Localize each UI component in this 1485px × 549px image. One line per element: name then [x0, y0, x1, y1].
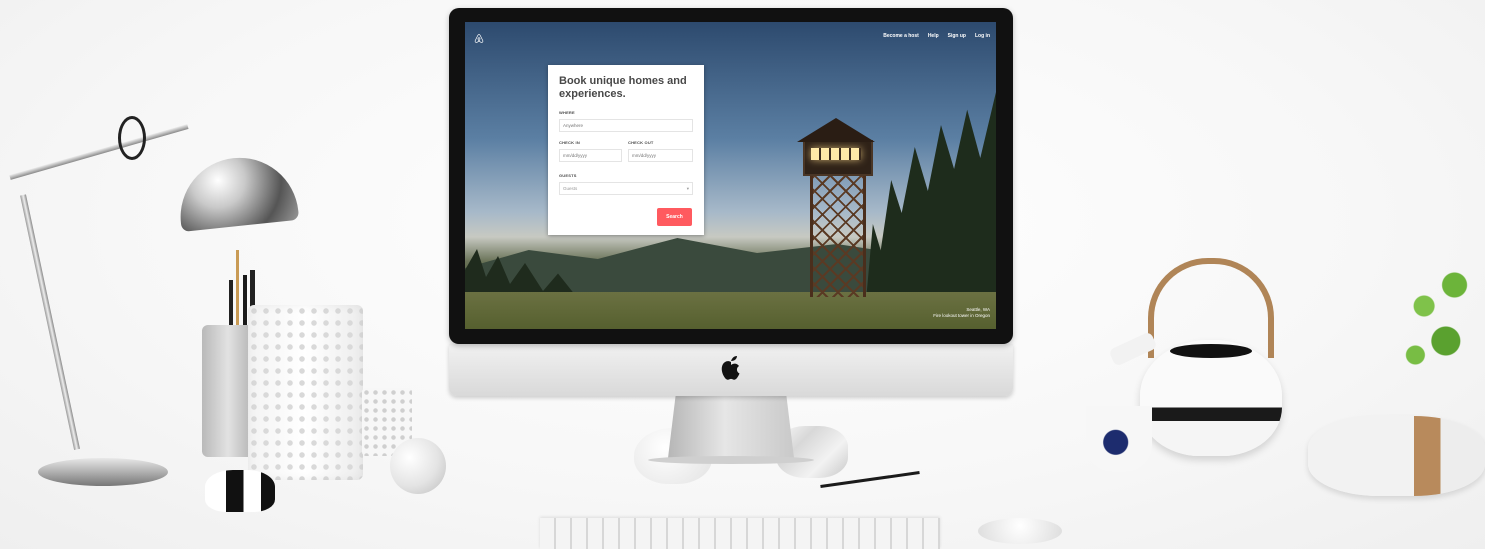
nav-sign-up[interactable]: Sign up [948, 33, 966, 39]
where-label: WHERE [559, 110, 575, 115]
marker [243, 275, 247, 330]
guests-value: Guests [563, 186, 578, 191]
desk-lamp-arm [20, 194, 80, 450]
search-button[interactable]: Search [657, 208, 692, 226]
booking-card: Book unique homes and experiences. WHERE… [548, 65, 704, 235]
monitor-stand-base [648, 456, 814, 464]
nav-log-in[interactable]: Log in [975, 33, 990, 39]
desk-lamp-spring [118, 116, 146, 160]
monitor-stand [668, 396, 794, 458]
where-input[interactable] [559, 119, 693, 132]
headphones [1308, 416, 1485, 496]
check-out-input[interactable] [628, 149, 693, 162]
keyboard [540, 518, 940, 549]
tea-cup [1086, 406, 1152, 472]
pencil [236, 250, 239, 330]
screen: Become a host Help Sign up Log in Book u… [465, 22, 996, 329]
meadow [465, 292, 996, 329]
photo-credit-line2: Fire lookout tower in Oregon [933, 313, 990, 318]
teapot-lid [1170, 344, 1252, 358]
potted-plant [1398, 250, 1485, 390]
booking-title: Book unique homes and experiences. [559, 75, 687, 100]
guests-select[interactable]: Guests ▾ [559, 182, 693, 195]
check-in-input[interactable] [559, 149, 622, 162]
chevron-down-icon: ▾ [686, 186, 689, 191]
top-nav: Become a host Help Sign up Log in [883, 33, 990, 39]
airbnb-logo-icon[interactable] [473, 32, 485, 44]
mouse [978, 518, 1062, 544]
lookout-tower-windows [811, 148, 861, 160]
guests-label: GUESTS [559, 173, 577, 178]
teapot-spout [1108, 331, 1158, 367]
check-in-label: CHECK IN [559, 140, 580, 145]
apple-logo-icon [720, 354, 742, 380]
desk-lamp-shade [174, 152, 300, 232]
nav-help[interactable]: Help [928, 33, 939, 39]
check-out-label: CHECK OUT [628, 140, 654, 145]
lookout-tower-roof [797, 118, 875, 142]
glass-sphere [390, 438, 446, 494]
panda-figurine [205, 470, 275, 512]
desk-lamp-upper-arm [9, 124, 189, 180]
photo-credit: Seattle, WA Fire lookout tower in Oregon [933, 307, 990, 319]
perforated-white-holder [248, 305, 363, 480]
desk-lamp-base [38, 458, 168, 486]
nav-become-host[interactable]: Become a host [883, 33, 919, 39]
lookout-tower-legs [810, 172, 866, 297]
forest-right [865, 92, 996, 312]
marker [229, 280, 233, 330]
